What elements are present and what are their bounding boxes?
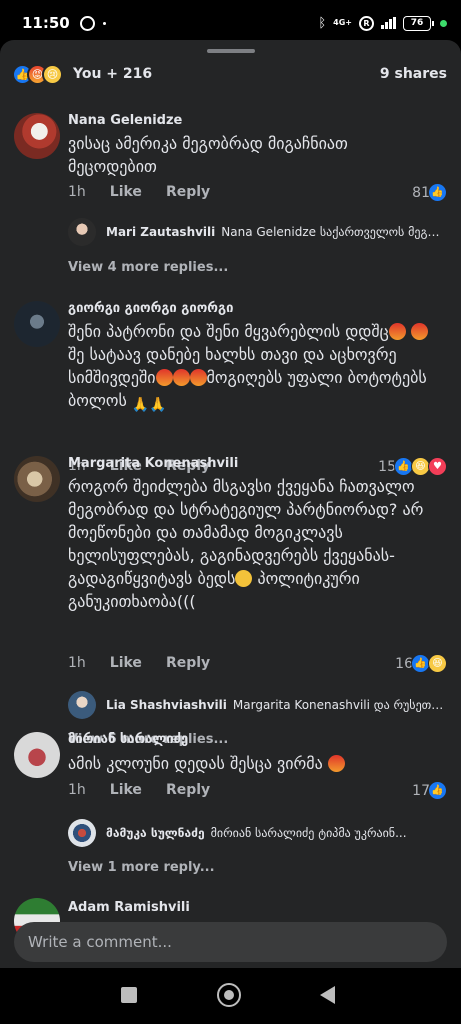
comment-text: ამის კლოუნი დედას შესცა ვირმა <box>68 752 433 775</box>
comment-text: როგორ შეიძლება მსგავსი ქვეყანა ჩათვალო მ… <box>68 475 433 613</box>
reaction-summary-text: You + 216 <box>73 66 153 82</box>
comment-text: ვისაც ამერიკა მეგობრად მიგაჩნიათ მეცოდებ… <box>68 134 348 176</box>
comment-actions: 1h Like Reply <box>68 184 210 200</box>
avatar <box>68 218 96 246</box>
like-button[interactable]: Like <box>110 782 142 798</box>
reaction-count[interactable]: 17 👍 <box>412 781 447 800</box>
haha-icon: 😆 <box>428 654 447 673</box>
avatar[interactable] <box>14 456 60 502</box>
comment-time: 1h <box>68 782 86 798</box>
reply-preview[interactable]: Lia Shashviashvili Margarita Konenashvil… <box>68 691 448 719</box>
whatsapp-icon <box>79 15 95 31</box>
signal-icon <box>381 17 396 29</box>
reply-preview[interactable]: Mari Zautashvili Nana Gelenidze საქართვე… <box>68 218 448 246</box>
view-more-replies[interactable]: View 4 more replies... <box>68 260 228 275</box>
comment-author[interactable]: Nana Gelenidze <box>68 113 182 128</box>
avatar[interactable] <box>14 301 60 347</box>
avatar[interactable] <box>14 732 60 778</box>
notification-dot-icon <box>102 21 106 25</box>
reply-snippet: მირიან სარალიძე ტიპმა უკრაინ... <box>210 826 407 840</box>
comment-time: 1h <box>68 184 86 200</box>
comment-input[interactable] <box>28 933 447 951</box>
angry-emoji-icon <box>327 755 345 772</box>
reply-snippet: Margarita Konenashvili და რუსეთი რა... <box>232 698 448 712</box>
comment-author[interactable]: მირიან სარალიძე <box>68 732 188 747</box>
like-icon: 👍 <box>428 183 447 202</box>
reply-preview[interactable]: მამუკა სულნაძე მირიან სარალიძე ტიპმა უკრ… <box>68 819 448 847</box>
battery-icon: 76 <box>403 15 434 31</box>
angry-emoji-icon <box>189 369 207 386</box>
view-more-replies[interactable]: View 1 more reply... <box>68 860 215 875</box>
comment-actions: 1h Like Reply <box>68 782 210 798</box>
reaction-count[interactable]: 15 👍 😆 ♥ <box>378 457 447 476</box>
privacy-indicator-icon <box>440 19 447 27</box>
angry-emoji-icon <box>410 323 428 340</box>
comment-author[interactable]: Margarita Konenashvili <box>68 456 238 471</box>
roaming-icon: R <box>359 15 374 31</box>
comment-composer[interactable] <box>14 922 447 962</box>
comment-text-part: შენი პატრონი და შენი მყვარებლის დდშც <box>68 322 389 341</box>
love-icon: ♥ <box>428 457 447 476</box>
comment-actions: 1h Like Reply <box>68 655 210 671</box>
reply-button[interactable]: Reply <box>166 655 210 671</box>
avatar <box>68 819 96 847</box>
reaction-count[interactable]: 81 👍 <box>412 183 447 202</box>
comment-text: შენი პატრონი და შენი მყვარებლის დდშც შე … <box>68 320 433 417</box>
sad-icon: 😢 <box>42 63 63 85</box>
comment-time: 1h <box>68 655 86 671</box>
system-nav-bar <box>0 968 461 1024</box>
praying-hands-icon: 🙏🙏 <box>131 397 167 413</box>
recents-button[interactable] <box>121 987 137 1003</box>
like-icon: 👍 <box>428 781 447 800</box>
reaction-count[interactable]: 16 👍 😆 <box>395 654 447 673</box>
home-button[interactable] <box>217 983 241 1007</box>
reply-button[interactable]: Reply <box>166 782 210 798</box>
avatar <box>68 691 96 719</box>
like-button[interactable]: Like <box>110 184 142 200</box>
comment-author[interactable]: გიორგი გიორგი გიორგი <box>68 301 233 316</box>
shares-count[interactable]: 9 shares <box>380 66 447 82</box>
angry-emoji-icon <box>155 369 173 386</box>
comment-text-part: ამის კლოუნი დედას შესცა ვირმა <box>68 754 328 773</box>
avatar[interactable] <box>14 113 60 159</box>
reaction-summary[interactable]: 👍 😡 😢 You + 216 <box>12 63 152 85</box>
reply-button[interactable]: Reply <box>166 184 210 200</box>
angry-emoji-icon <box>388 323 406 340</box>
drag-handle[interactable] <box>207 49 255 53</box>
angry-emoji-icon <box>172 369 190 386</box>
reply-author: Mari Zautashvili <box>106 225 216 239</box>
back-button[interactable] <box>320 986 335 1004</box>
comment-author[interactable]: Adam Ramishvili <box>68 900 190 915</box>
status-time: 11:50 <box>22 14 70 32</box>
reply-snippet: Nana Gelenidze საქართველოს მეგობა... <box>221 225 448 239</box>
network-type: 4G+ <box>333 18 352 27</box>
like-button[interactable]: Like <box>110 655 142 671</box>
eye-roll-emoji-icon <box>235 570 253 587</box>
comments-sheet: 👍 😡 😢 You + 216 9 shares Nana Gelenidze … <box>0 40 461 968</box>
bluetooth-icon: ᛒ <box>318 15 327 31</box>
reply-author: მამუკა სულნაძე <box>106 826 205 840</box>
reply-author: Lia Shashviashvili <box>106 698 227 712</box>
